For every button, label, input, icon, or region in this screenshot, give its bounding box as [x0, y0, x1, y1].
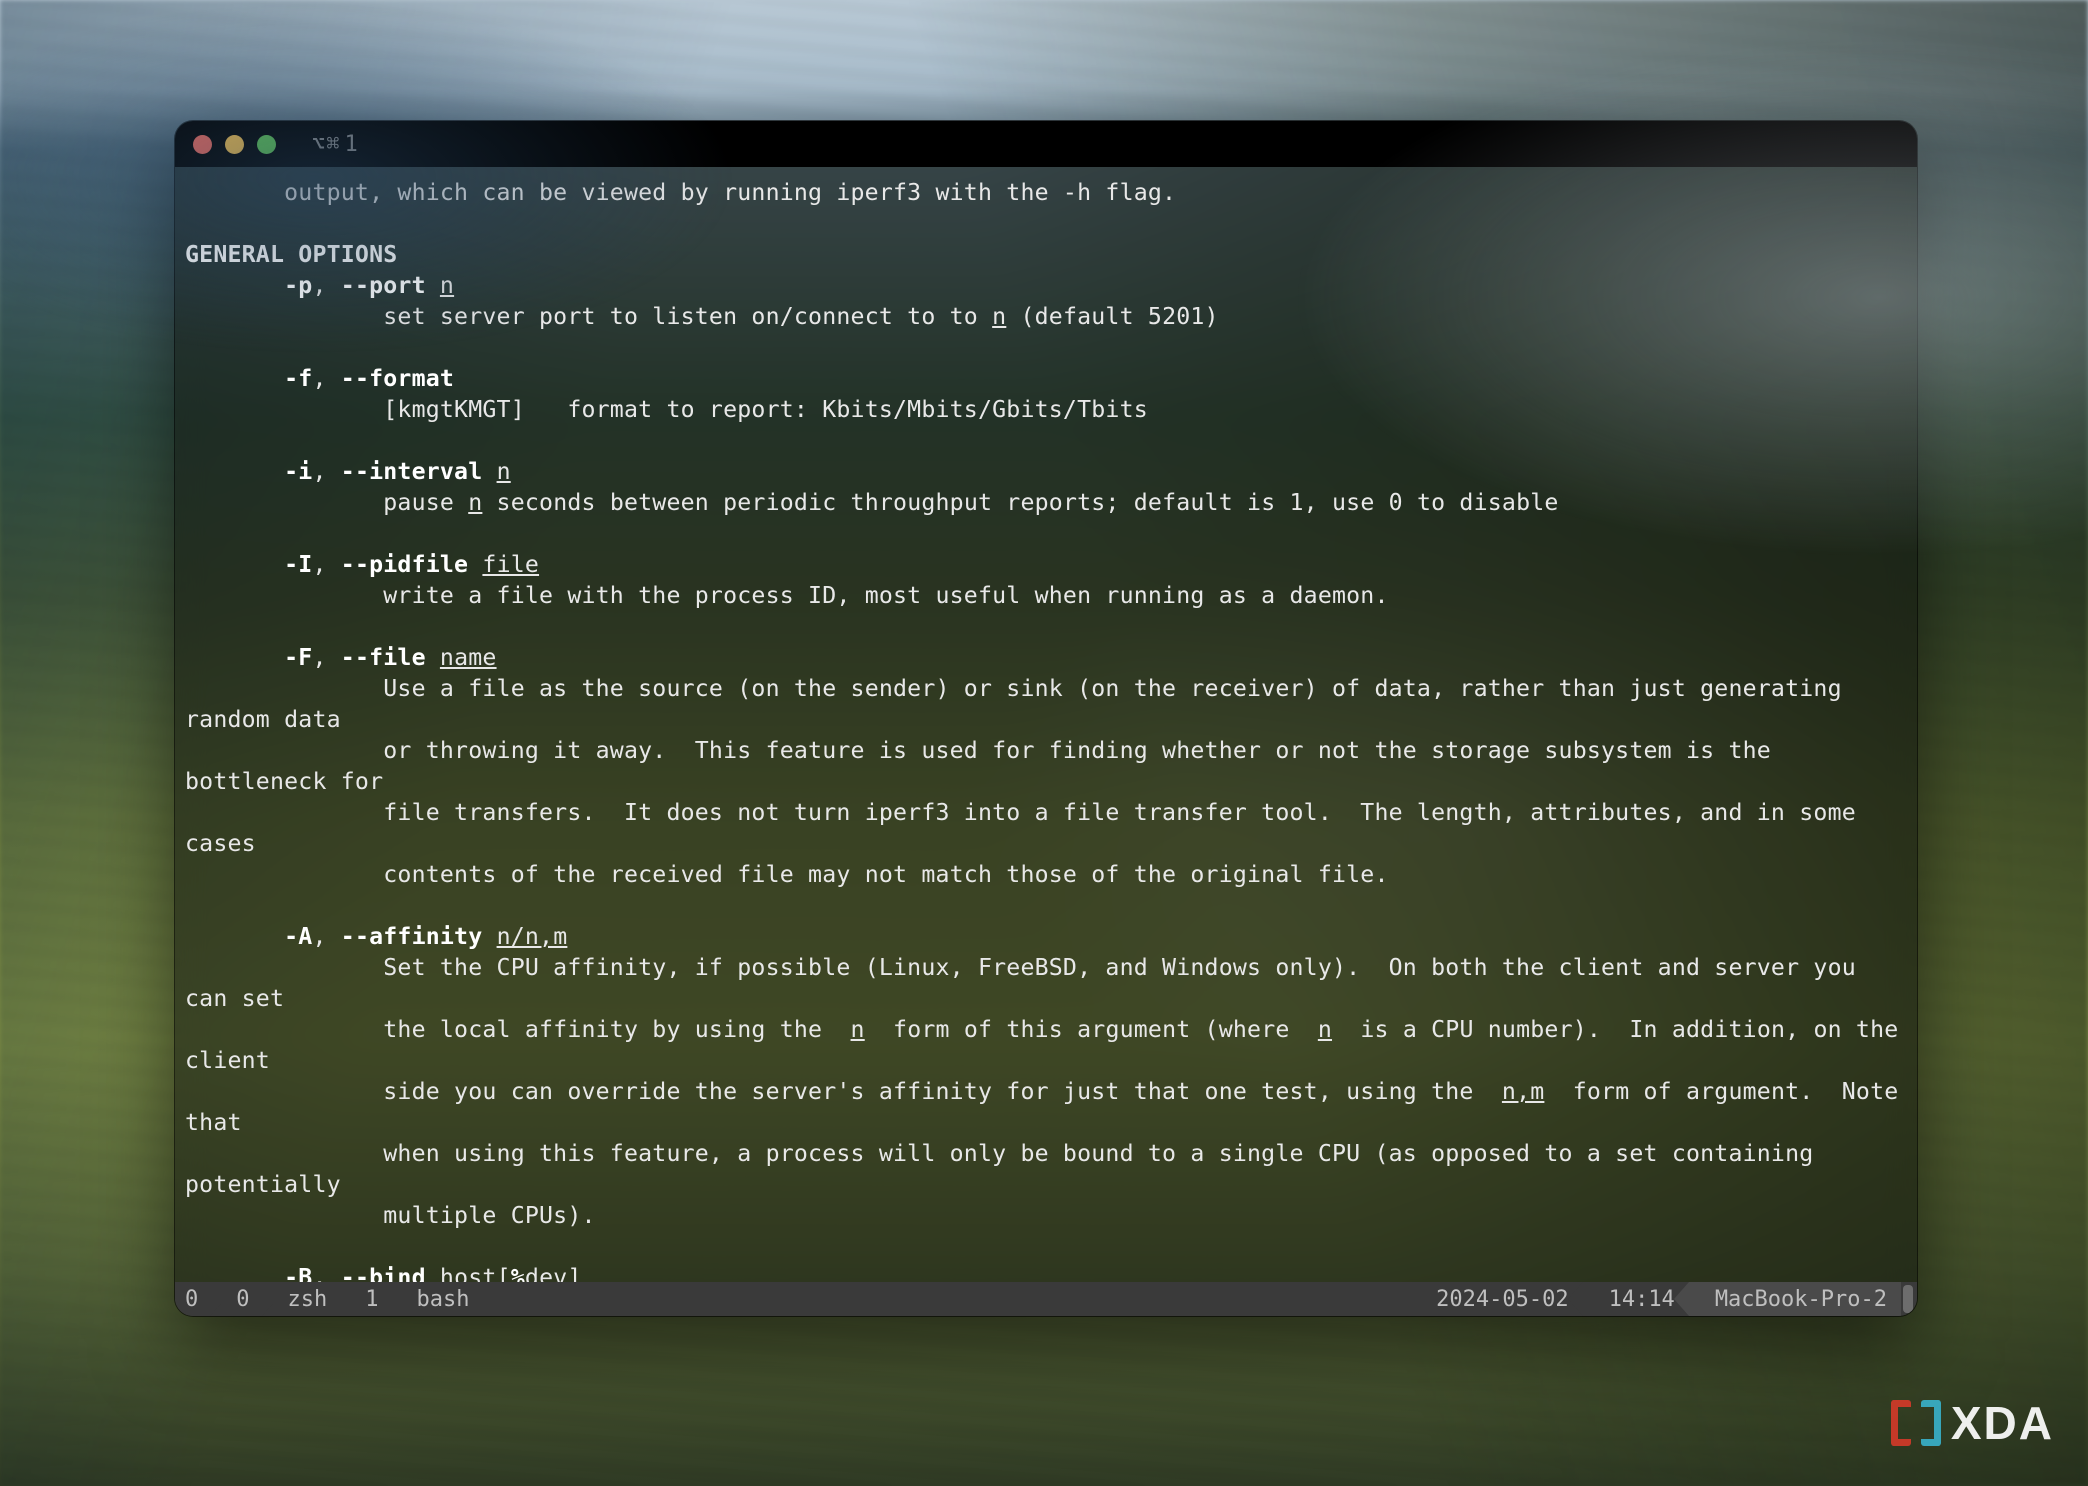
opt-long: --affinity [341, 923, 483, 950]
bracket-right-icon [1921, 1400, 1941, 1446]
status-date: 2024-05-02 [1410, 1282, 1582, 1316]
status-time: 14:14 [1583, 1282, 1689, 1316]
tab-index: 1 [345, 132, 359, 157]
opt-short: -I [284, 551, 312, 578]
bracket-left-icon [1891, 1400, 1911, 1446]
traffic-lights [193, 135, 276, 154]
status-host: MacBook-Pro-2 [1689, 1282, 1901, 1316]
opt-long: --port [341, 272, 426, 299]
status-window-1[interactable]: 1 [339, 1282, 390, 1316]
terminal-window: ⌥⌘1 output, which can be viewed by runni… [175, 121, 1917, 1316]
status-window-0[interactable]: 0 [210, 1282, 261, 1316]
terminal-viewport[interactable]: output, which can be viewed by running i… [175, 167, 1917, 1282]
section-heading: GENERAL OPTIONS [185, 241, 397, 268]
opt-short: -f [284, 365, 312, 392]
watermark-text: XDA [1951, 1396, 2054, 1450]
opt-long: --pidfile [341, 551, 468, 578]
opt-arg: name [440, 644, 497, 671]
titlebar: ⌥⌘1 [175, 121, 1917, 167]
scroll-indicator-icon [1903, 1285, 1913, 1313]
opt-short: -A [284, 923, 312, 950]
opt-arg: file [482, 551, 539, 578]
tmux-statusbar: 0 0 zsh 1 bash 2024-05-02 14:14 MacBook-… [175, 1282, 1917, 1316]
opt-arg: n/n,m [497, 923, 568, 950]
tab-indicator: ⌥⌘1 [312, 132, 359, 157]
status-proc-zsh[interactable]: zsh [262, 1282, 340, 1316]
opt-short: -F [284, 644, 312, 671]
status-session[interactable]: 0 [175, 1282, 210, 1316]
opt-long: --bind [341, 1264, 426, 1282]
status-proc-bash[interactable]: bash [391, 1282, 482, 1316]
opt-long: --interval [341, 458, 483, 485]
opt-arg: n [440, 272, 454, 299]
zoom-icon[interactable] [257, 135, 276, 154]
minimize-icon[interactable] [225, 135, 244, 154]
close-icon[interactable] [193, 135, 212, 154]
opt-desc-file: Use a file as the source (on the sender)… [185, 675, 1870, 888]
opt-arg: n [497, 458, 511, 485]
tab-glyph: ⌥⌘ [312, 132, 341, 157]
manpage-content: output, which can be viewed by running i… [185, 177, 1907, 1282]
opt-desc-affinity: Set the CPU affinity, if possible (Linux… [185, 954, 1913, 1229]
status-right: 2024-05-02 14:14 MacBook-Pro-2 [1410, 1282, 1917, 1316]
opt-short: -p [284, 272, 312, 299]
intro-line: output, which can be viewed by running i… [185, 179, 1176, 206]
opt-short: -i [284, 458, 312, 485]
opt-long: --format [341, 365, 454, 392]
opt-short: -B [284, 1264, 312, 1282]
xda-watermark: XDA [1891, 1396, 2054, 1450]
opt-long: --file [341, 644, 426, 671]
